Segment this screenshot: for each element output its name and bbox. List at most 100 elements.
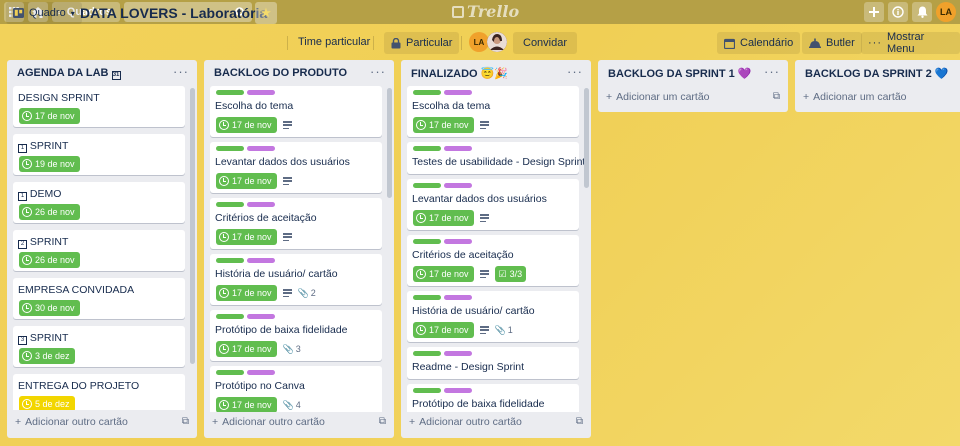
- butler-button[interactable]: Butler: [802, 32, 862, 54]
- star-icon[interactable]: ★: [255, 2, 277, 24]
- green-label[interactable]: [413, 388, 441, 393]
- green-label[interactable]: [413, 183, 441, 188]
- show-menu-button[interactable]: ··· Mostrar Menu: [861, 31, 960, 55]
- card[interactable]: Critérios de aceitação 17 de nov ☑ 3/3: [407, 235, 579, 286]
- due-date-badge[interactable]: 26 de nov: [19, 252, 80, 268]
- card[interactable]: Readme - Design Sprint: [407, 347, 579, 379]
- card[interactable]: 1 SPRINT 19 de nov: [13, 134, 185, 175]
- purple-label[interactable]: [247, 258, 275, 263]
- green-label[interactable]: [216, 370, 244, 375]
- card-template-icon[interactable]: ⧉: [773, 91, 780, 102]
- scrollbar[interactable]: [387, 88, 392, 198]
- list-title[interactable]: BACKLOG DA SPRINT 2 💙: [805, 67, 948, 80]
- green-label[interactable]: [413, 239, 441, 244]
- purple-label[interactable]: [247, 314, 275, 319]
- card[interactable]: Testes de usabilidade - Design Sprint: [407, 142, 585, 174]
- due-date-badge[interactable]: 19 de nov: [19, 156, 80, 172]
- add-card-button[interactable]: + Adicionar outro cartão: [409, 416, 522, 428]
- card[interactable]: História de usuário/ cartão 17 de nov 📎 2: [210, 254, 382, 305]
- due-date-badge[interactable]: 17 de nov: [216, 397, 277, 412]
- list-title[interactable]: BACKLOG DO PRODUTO: [214, 67, 347, 79]
- card[interactable]: História de usuário/ cartão 17 de nov 📎 1: [407, 291, 579, 342]
- list-title[interactable]: BACKLOG DA SPRINT 1 💜: [608, 67, 751, 80]
- due-date-badge[interactable]: 17 de nov: [413, 210, 474, 226]
- card[interactable]: 1 DEMO 26 de nov: [13, 182, 185, 223]
- card[interactable]: ENTREGA DO PROJETO 5 de dez: [13, 374, 185, 410]
- scrollbar[interactable]: [190, 88, 195, 364]
- card[interactable]: Levantar dados dos usuários 17 de nov: [407, 179, 579, 230]
- card[interactable]: EMPRESA CONVIDADA 30 de nov: [13, 278, 185, 319]
- card[interactable]: DESIGN SPRINT 17 de nov: [13, 86, 185, 127]
- member-avatar[interactable]: LA: [469, 32, 489, 52]
- card[interactable]: 2 SPRINT 26 de nov: [13, 230, 185, 271]
- purple-label[interactable]: [444, 90, 472, 95]
- due-date-badge[interactable]: 17 de nov: [216, 285, 277, 301]
- purple-label[interactable]: [247, 90, 275, 95]
- due-date-badge[interactable]: 17 de nov: [216, 117, 277, 133]
- plus-icon[interactable]: [864, 2, 884, 22]
- card[interactable]: Protótipo de baixa fidelidade 17 de nov 📎…: [210, 310, 382, 361]
- due-date-badge[interactable]: 5 de dez: [19, 396, 75, 410]
- due-date-badge[interactable]: 17 de nov: [413, 266, 474, 282]
- trello-logo[interactable]: Trello: [452, 2, 519, 21]
- add-card-button[interactable]: + Adicionar um cartão: [606, 91, 710, 103]
- green-label[interactable]: [413, 146, 441, 151]
- list-menu-icon[interactable]: ···: [370, 64, 386, 79]
- purple-label[interactable]: [247, 146, 275, 151]
- due-date-badge[interactable]: 17 de nov: [413, 117, 474, 133]
- list-menu-icon[interactable]: ···: [764, 64, 780, 79]
- card[interactable]: Escolha da tema 17 de nov: [407, 86, 579, 137]
- card[interactable]: Critérios de aceitação 17 de nov: [210, 198, 382, 249]
- purple-label[interactable]: [444, 295, 472, 300]
- list-menu-icon[interactable]: ···: [173, 64, 189, 79]
- card[interactable]: Protótipo no Canva 17 de nov 📎 4: [210, 366, 382, 412]
- due-date-badge[interactable]: 26 de nov: [19, 204, 80, 220]
- due-date-badge[interactable]: 17 de nov: [216, 341, 277, 357]
- bell-icon[interactable]: [912, 2, 932, 22]
- purple-label[interactable]: [444, 388, 472, 393]
- green-label[interactable]: [413, 295, 441, 300]
- due-date-badge[interactable]: 17 de nov: [216, 229, 277, 245]
- green-label[interactable]: [216, 258, 244, 263]
- list-menu-icon[interactable]: ···: [567, 64, 583, 79]
- list-title[interactable]: FINALIZADO 😇🎉: [411, 67, 508, 80]
- card-template-icon[interactable]: ⧉: [576, 416, 583, 427]
- green-label[interactable]: [413, 351, 441, 356]
- purple-label[interactable]: [444, 183, 472, 188]
- due-date-badge[interactable]: 30 de nov: [19, 300, 80, 316]
- green-label[interactable]: [216, 314, 244, 319]
- card[interactable]: Escolha do tema 17 de nov: [210, 86, 382, 137]
- purple-label[interactable]: [444, 351, 472, 356]
- add-card-button[interactable]: + Adicionar outro cartão: [15, 416, 128, 428]
- visibility-button[interactable]: Particular: [384, 32, 460, 54]
- board-view-switcher[interactable]: Quadro ▾: [6, 2, 82, 24]
- scrollbar[interactable]: [584, 88, 589, 188]
- member-photo-avatar[interactable]: [487, 32, 507, 52]
- green-label[interactable]: [216, 90, 244, 95]
- add-card-button[interactable]: + Adicionar um cartão: [803, 91, 907, 103]
- invite-button[interactable]: Convidar: [513, 32, 578, 54]
- card[interactable]: 3 SPRINT 3 de dez: [13, 326, 185, 367]
- due-date-badge[interactable]: 3 de dez: [19, 348, 75, 364]
- info-icon[interactable]: [888, 2, 908, 22]
- due-date-badge[interactable]: 17 de nov: [216, 173, 277, 189]
- calendar-power-up-button[interactable]: Calendário: [717, 32, 801, 54]
- card[interactable]: Protótipo de baixa fidelidade: [407, 384, 579, 412]
- card[interactable]: Levantar dados dos usuários 17 de nov: [210, 142, 382, 193]
- card-template-icon[interactable]: ⧉: [379, 416, 386, 427]
- due-date-badge[interactable]: 17 de nov: [413, 322, 474, 338]
- green-label[interactable]: [413, 90, 441, 95]
- green-label[interactable]: [216, 202, 244, 207]
- green-label[interactable]: [216, 146, 244, 151]
- add-card-button[interactable]: + Adicionar outro cartão: [212, 416, 325, 428]
- card-template-icon[interactable]: ⧉: [182, 416, 189, 427]
- board-title[interactable]: DATA LOVERS - Laboratória: [80, 5, 267, 21]
- purple-label[interactable]: [247, 202, 275, 207]
- purple-label[interactable]: [444, 146, 472, 151]
- purple-label[interactable]: [444, 239, 472, 244]
- user-avatar[interactable]: LA: [936, 2, 956, 22]
- due-date-badge[interactable]: 17 de nov: [19, 108, 80, 124]
- team-button[interactable]: Time particular: [298, 36, 370, 48]
- purple-label[interactable]: [247, 370, 275, 375]
- list-title[interactable]: AGENDA DA LAB 31: [17, 67, 121, 80]
